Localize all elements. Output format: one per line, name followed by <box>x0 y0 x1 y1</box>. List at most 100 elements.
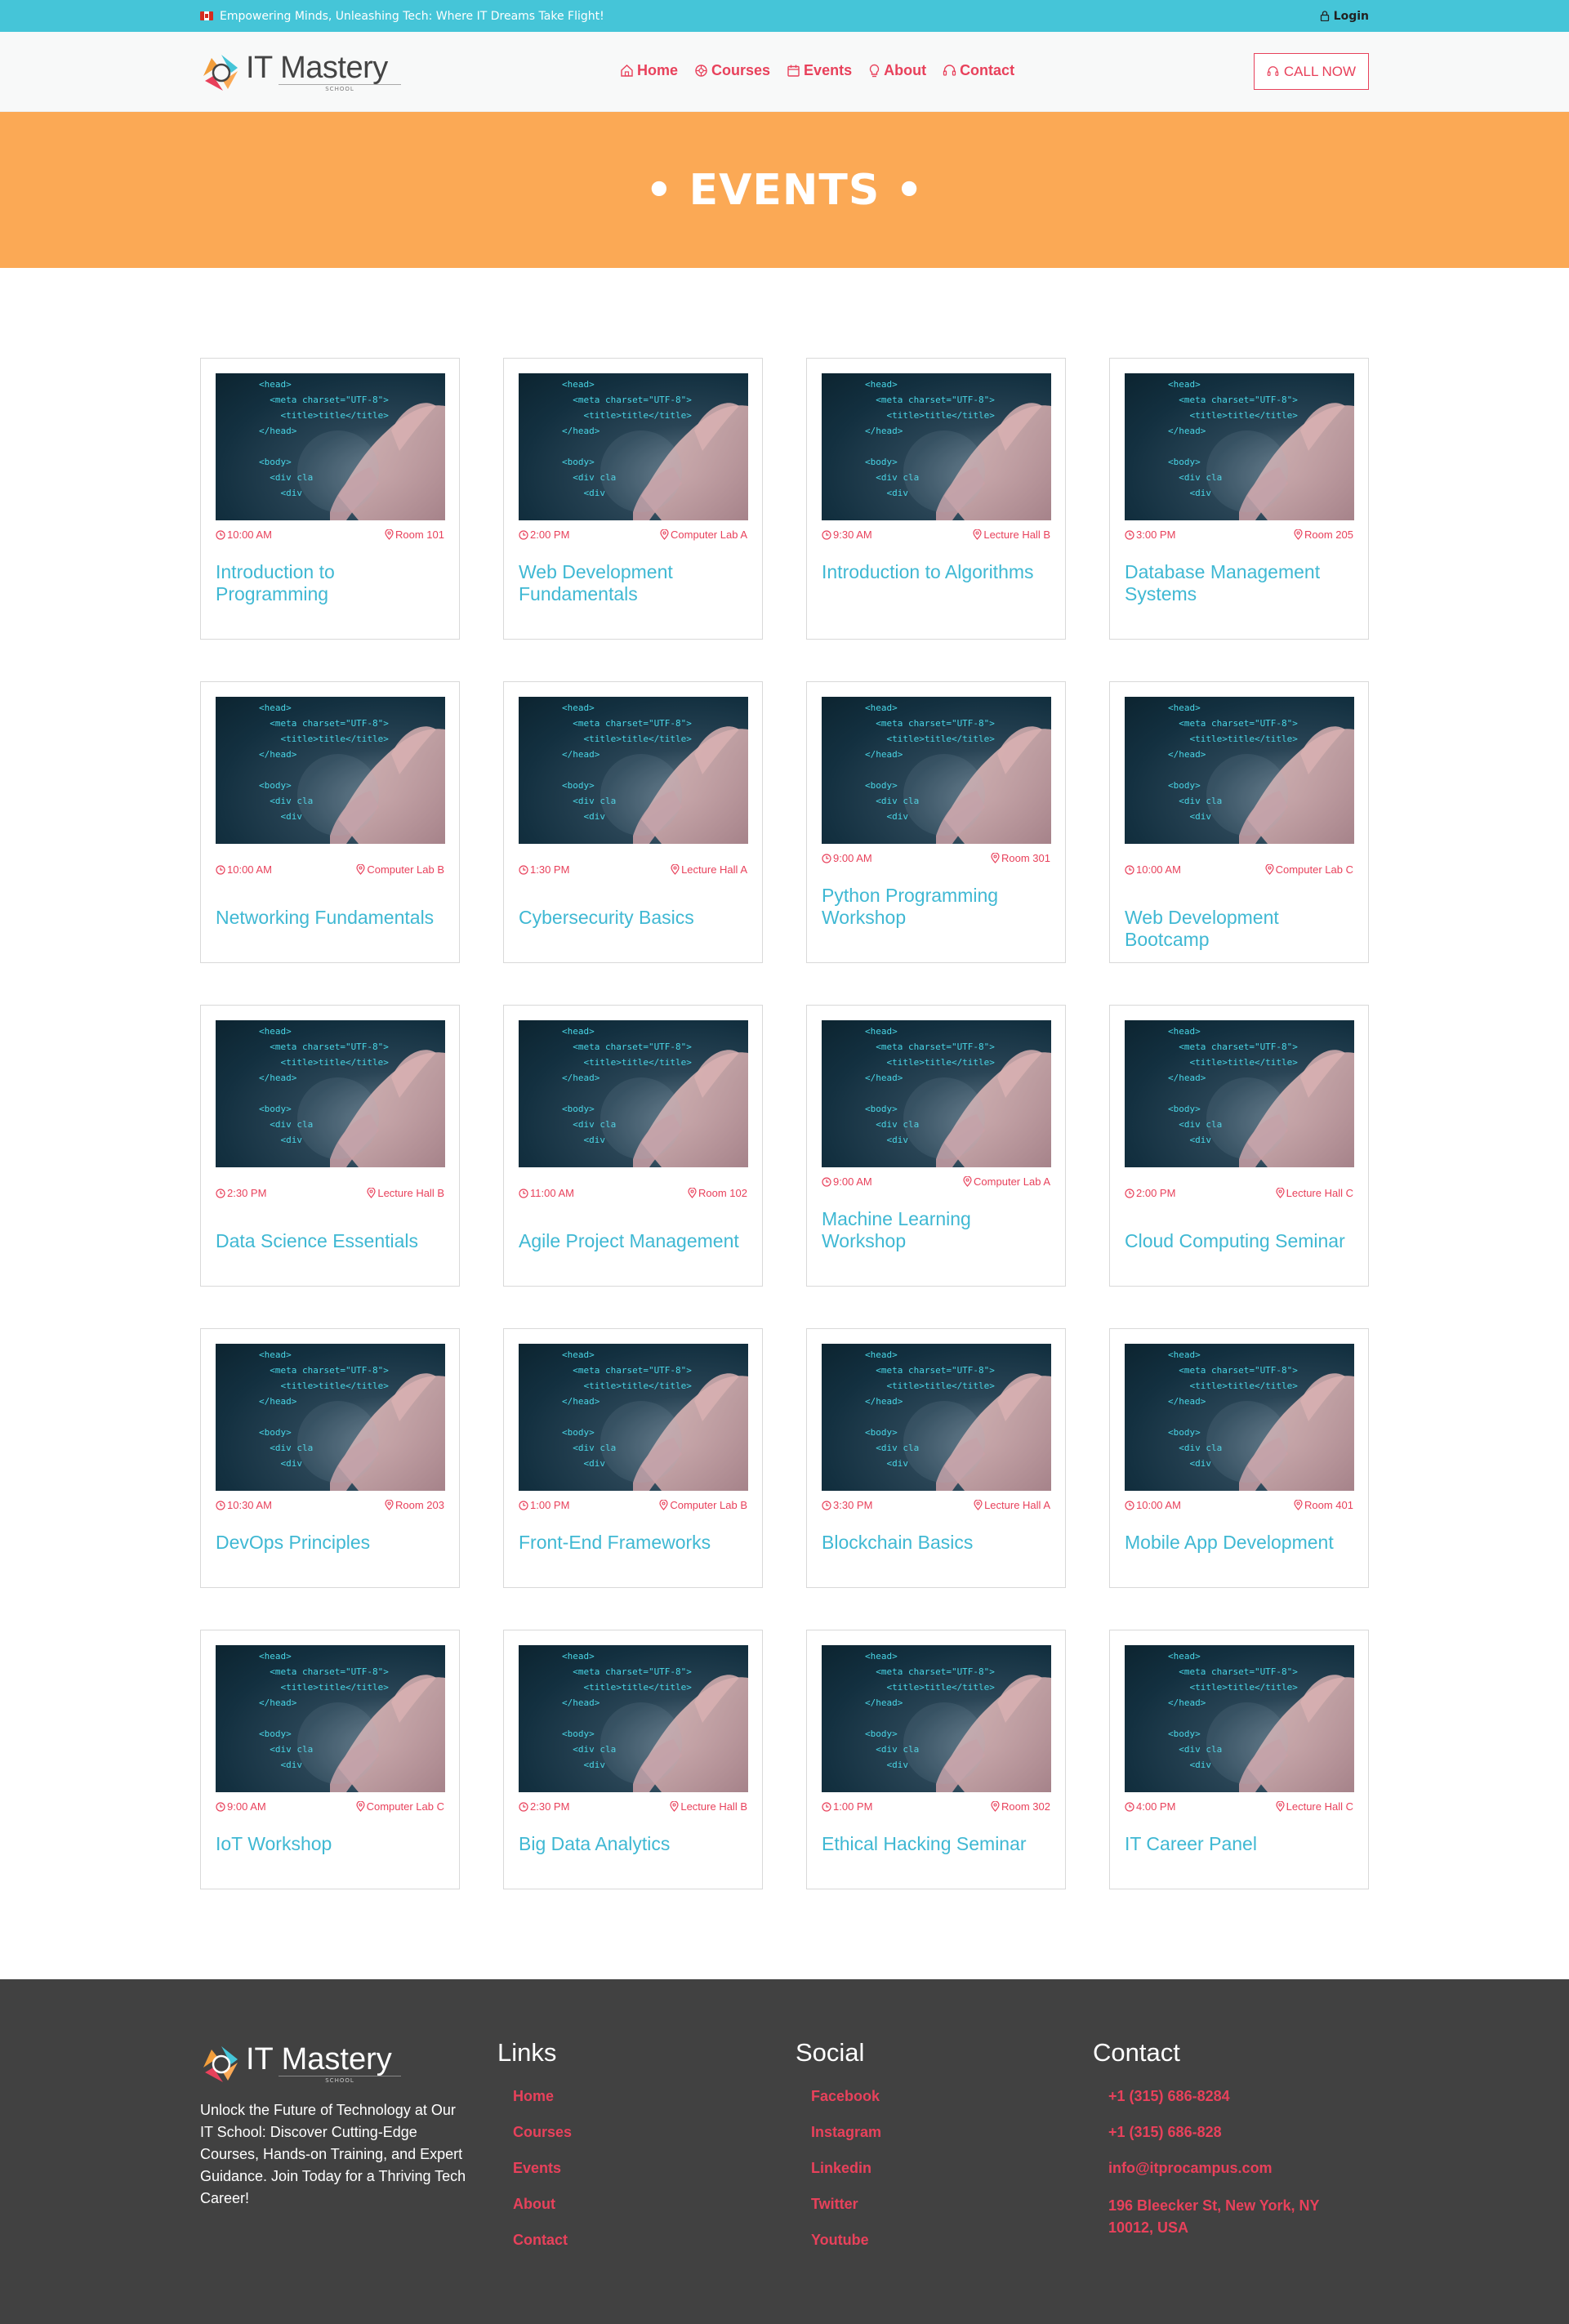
event-title[interactable]: Big Data Analytics <box>519 1833 751 1855</box>
courses-icon <box>695 65 707 77</box>
event-title[interactable]: DevOps Principles <box>216 1532 448 1554</box>
nav-events[interactable]: Events <box>787 62 852 79</box>
event-title[interactable]: IT Career Panel <box>1125 1833 1357 1855</box>
event-card[interactable]: <head> <meta charset="UTF-8"> <title>tit… <box>200 681 460 963</box>
event-title[interactable]: Data Science Essentials <box>216 1230 448 1252</box>
event-time-text: 4:00 PM <box>1136 1800 1176 1813</box>
footer-contact: Contact +1 (315) 686-8284 +1 (315) 686-8… <box>1093 2038 1345 2257</box>
clock-icon <box>519 1500 528 1510</box>
event-title[interactable]: Python Programming Workshop <box>822 885 1054 929</box>
event-meta: 1:00 PM Room 302 <box>822 1800 1050 1813</box>
footer-phone-2[interactable]: +1 (315) 686-828 <box>1108 2123 1345 2141</box>
event-room-text: Lecture Hall B <box>680 1800 747 1813</box>
event-card[interactable]: <head> <meta charset="UTF-8"> <title>tit… <box>806 1328 1066 1588</box>
event-room: Computer Lab A <box>660 529 747 541</box>
login-link[interactable]: Login <box>1320 10 1369 23</box>
event-card[interactable]: <head> <meta charset="UTF-8"> <title>tit… <box>1109 1005 1369 1287</box>
event-card[interactable]: <head> <meta charset="UTF-8"> <title>tit… <box>1109 681 1369 963</box>
footer-email[interactable]: info@itprocampus.com <box>1108 2159 1345 2177</box>
event-meta: 2:30 PM Lecture Hall B <box>519 1800 747 1813</box>
event-title[interactable]: Machine Learning Workshop <box>822 1208 1054 1252</box>
event-title[interactable]: Introduction to Algorithms <box>822 561 1054 583</box>
clock-icon <box>216 1500 225 1510</box>
location-pin-icon <box>367 1188 376 1198</box>
footer-social-instagram[interactable]: Instagram <box>811 2123 881 2141</box>
event-title[interactable]: Agile Project Management <box>519 1230 751 1252</box>
event-card[interactable]: <head> <meta charset="UTF-8"> <title>tit… <box>1109 1630 1369 1889</box>
footer-social-facebook[interactable]: Facebook <box>811 2087 881 2105</box>
hand-image <box>1206 1050 1354 1167</box>
call-now-button[interactable]: CALL NOW <box>1254 53 1369 90</box>
flag-icon <box>200 11 213 20</box>
location-pin-icon <box>356 1801 365 1812</box>
event-card[interactable]: <head> <meta charset="UTF-8"> <title>tit… <box>503 358 763 640</box>
event-title[interactable]: Networking Fundamentals <box>216 907 448 929</box>
nav-home[interactable]: Home <box>620 62 678 79</box>
event-card[interactable]: <head> <meta charset="UTF-8"> <title>tit… <box>503 681 763 963</box>
event-title[interactable]: Front-End Frameworks <box>519 1532 751 1554</box>
event-image: <head> <meta charset="UTF-8"> <title>tit… <box>1125 373 1354 520</box>
site-logo[interactable]: IT Mastery SCHOOL <box>200 51 401 94</box>
event-card[interactable]: <head> <meta charset="UTF-8"> <title>tit… <box>200 1630 460 1889</box>
event-title[interactable]: Web Development Fundamentals <box>519 561 751 605</box>
event-card[interactable]: <head> <meta charset="UTF-8"> <title>tit… <box>200 358 460 640</box>
footer-link-contact[interactable]: Contact <box>513 2231 572 2249</box>
event-title[interactable]: IoT Workshop <box>216 1833 448 1855</box>
event-image: <head> <meta charset="UTF-8"> <title>tit… <box>519 1645 748 1792</box>
event-title[interactable]: Web Development Bootcamp <box>1125 907 1357 951</box>
event-image: <head> <meta charset="UTF-8"> <title>tit… <box>216 697 445 844</box>
footer-logo[interactable]: IT Mastery SCHOOL <box>200 2043 401 2085</box>
location-pin-icon <box>973 529 982 540</box>
event-card[interactable]: <head> <meta charset="UTF-8"> <title>tit… <box>503 1005 763 1287</box>
clock-icon <box>1125 864 1134 875</box>
event-card[interactable]: <head> <meta charset="UTF-8"> <title>tit… <box>1109 358 1369 640</box>
event-title[interactable]: Ethical Hacking Seminar <box>822 1833 1054 1855</box>
event-time: 1:00 PM <box>519 1499 569 1511</box>
footer-link-home[interactable]: Home <box>513 2087 572 2105</box>
event-card[interactable]: <head> <meta charset="UTF-8"> <title>tit… <box>806 681 1066 963</box>
event-card[interactable]: <head> <meta charset="UTF-8"> <title>tit… <box>806 1005 1066 1287</box>
event-image: <head> <meta charset="UTF-8"> <title>tit… <box>822 373 1051 520</box>
footer-link-courses[interactable]: Courses <box>513 2123 572 2141</box>
nav-courses[interactable]: Courses <box>694 62 770 79</box>
location-pin-icon <box>1276 1188 1285 1198</box>
clock-icon <box>216 529 225 540</box>
event-title[interactable]: Introduction to Programming <box>216 561 448 605</box>
event-card[interactable]: <head> <meta charset="UTF-8"> <title>tit… <box>806 358 1066 640</box>
event-title[interactable]: Cybersecurity Basics <box>519 907 751 929</box>
nav-contact-label: Contact <box>960 62 1015 78</box>
event-card[interactable]: <head> <meta charset="UTF-8"> <title>tit… <box>200 1005 460 1287</box>
nav-about-label: About <box>884 62 927 78</box>
clock-icon <box>519 529 528 540</box>
location-pin-icon <box>660 529 669 540</box>
hand-image <box>600 1675 748 1792</box>
footer-link-about[interactable]: About <box>513 2195 572 2213</box>
event-card[interactable]: <head> <meta charset="UTF-8"> <title>tit… <box>200 1328 460 1588</box>
event-card[interactable]: <head> <meta charset="UTF-8"> <title>tit… <box>503 1630 763 1889</box>
event-card[interactable]: <head> <meta charset="UTF-8"> <title>tit… <box>503 1328 763 1588</box>
event-room: Lecture Hall C <box>1276 1187 1353 1199</box>
event-time-text: 11:00 AM <box>530 1187 574 1199</box>
event-title[interactable]: Cloud Computing Seminar <box>1125 1230 1357 1252</box>
event-room-text: Room 102 <box>698 1187 747 1199</box>
nav-about[interactable]: About <box>868 62 926 79</box>
footer-phone-1[interactable]: +1 (315) 686-8284 <box>1108 2087 1345 2105</box>
event-title[interactable]: Database Management Systems <box>1125 561 1357 605</box>
event-image: <head> <meta charset="UTF-8"> <title>tit… <box>519 373 748 520</box>
event-time: 10:00 AM <box>216 529 272 541</box>
event-room-text: Lecture Hall C <box>1286 1800 1353 1813</box>
footer-social-twitter[interactable]: Twitter <box>811 2195 881 2213</box>
event-time-text: 9:00 AM <box>227 1800 266 1813</box>
footer-social-youtube[interactable]: Youtube <box>811 2231 881 2249</box>
nav-contact[interactable]: Contact <box>943 62 1014 79</box>
event-title[interactable]: Mobile App Development <box>1125 1532 1357 1554</box>
event-card[interactable]: <head> <meta charset="UTF-8"> <title>tit… <box>1109 1328 1369 1588</box>
footer-link-events[interactable]: Events <box>513 2159 572 2177</box>
event-room-text: Room 205 <box>1304 529 1353 541</box>
location-pin-icon <box>963 1176 972 1187</box>
footer-social-linkedin[interactable]: Linkedin <box>811 2159 881 2177</box>
main-nav: Home Courses Events About Contact <box>620 62 1014 79</box>
event-card[interactable]: <head> <meta charset="UTF-8"> <title>tit… <box>806 1630 1066 1889</box>
location-pin-icon <box>356 864 365 875</box>
event-title[interactable]: Blockchain Basics <box>822 1532 1054 1554</box>
